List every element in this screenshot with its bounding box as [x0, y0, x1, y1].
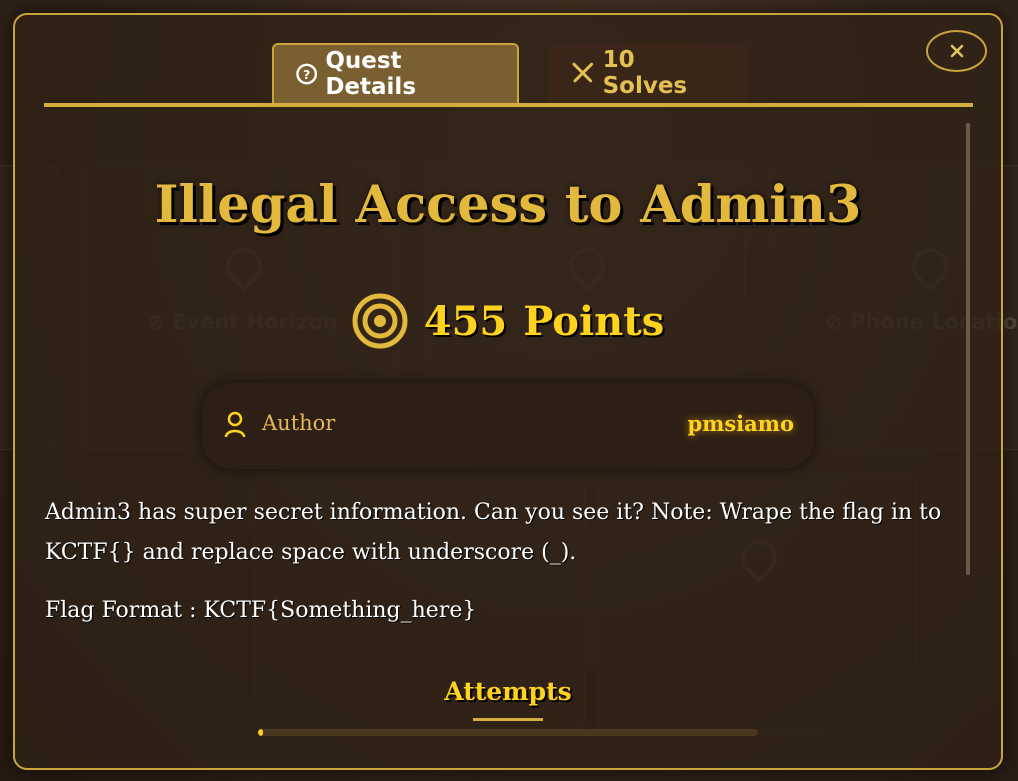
attempts-progress-bar [258, 729, 758, 736]
close-button[interactable] [926, 30, 987, 72]
attempts-underline [473, 718, 543, 721]
tab-solves-label: 10 Solves [602, 47, 688, 99]
svg-text:?: ? [303, 67, 310, 82]
tab-quest-details-label: Quest Details [325, 48, 417, 100]
attempts-progress-fill [258, 729, 263, 736]
challenge-description: Admin3 has super secret information. Can… [45, 500, 942, 565]
tabs-underline [44, 103, 973, 107]
tab-quest-details[interactable]: ? Quest Details [272, 43, 519, 103]
points-row: 455 Points [15, 293, 1001, 349]
challenge-title: Illegal Access to Admin3 [154, 175, 862, 235]
close-icon [950, 44, 963, 58]
challenge-modal: ? Quest Details 10 Solves Illegal Access… [13, 13, 1003, 770]
target-icon [352, 293, 408, 349]
author-box: Author pmsiamo [202, 383, 814, 469]
attempts-heading: Attempts [444, 677, 572, 706]
flag-format: Flag Format : KCTF{Something_here} [45, 598, 477, 623]
question-circle-icon: ? [296, 63, 318, 85]
tab-solves[interactable]: 10 Solves [549, 43, 747, 103]
points-label: Points [523, 297, 665, 345]
crossed-swords-icon [572, 62, 594, 83]
points-value: 455 [423, 297, 508, 345]
user-icon [224, 411, 246, 438]
author-name: pmsiamo [687, 411, 794, 436]
author-label: Author [262, 411, 336, 435]
